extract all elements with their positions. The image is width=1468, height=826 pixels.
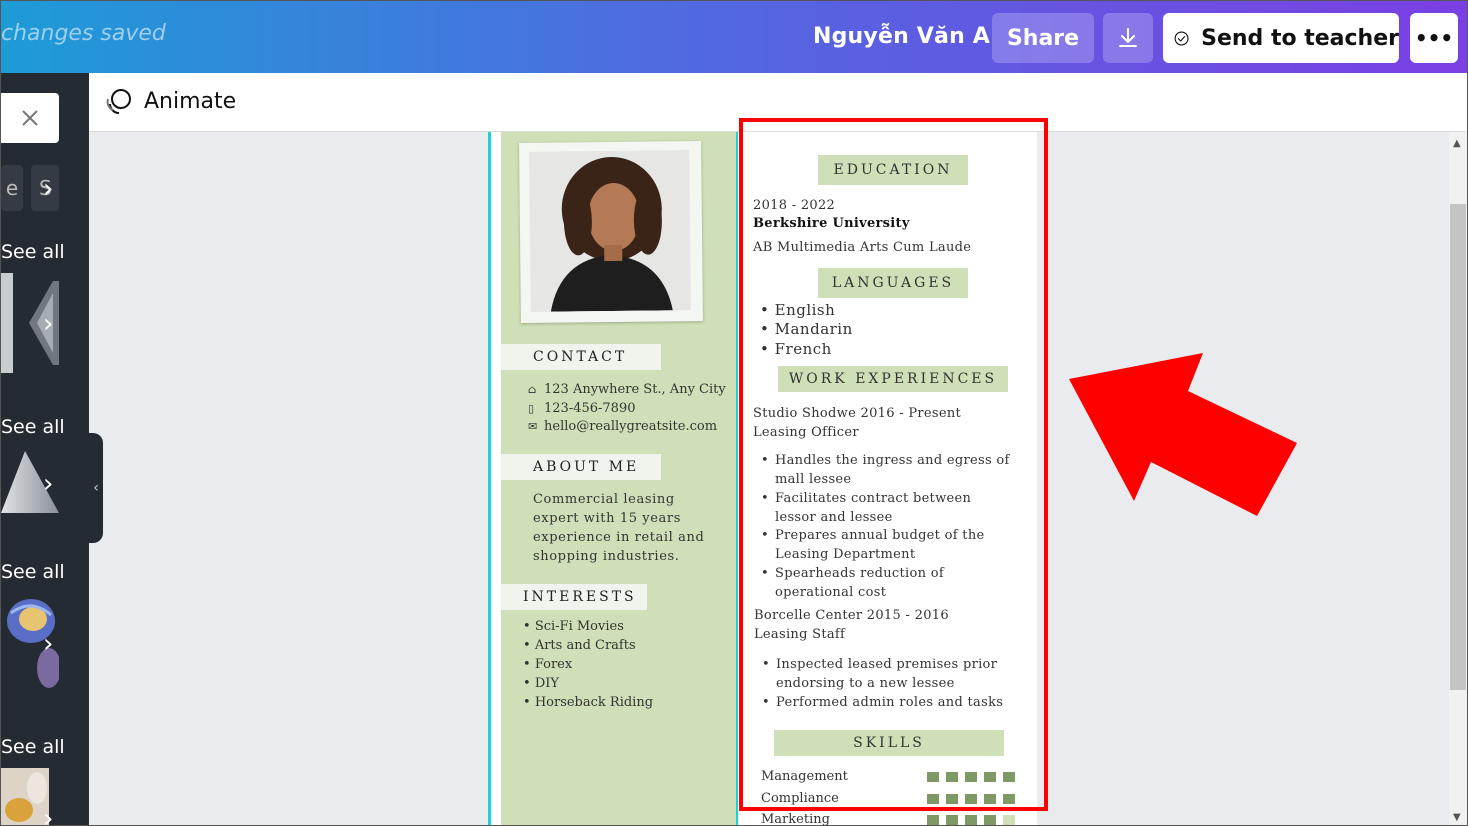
top-bar: changes saved Nguyễn Văn A Share Send to… <box>1 1 1467 73</box>
contact-heading[interactable]: CONTACT <box>501 344 661 370</box>
contact-phone[interactable]: ▯ 123-456-7890 <box>528 401 636 416</box>
close-button[interactable] <box>1 93 59 143</box>
contact-email[interactable]: ✉ hello@reallygreatsite.com <box>528 419 717 434</box>
chevron-right-icon[interactable]: › <box>43 311 53 337</box>
interest-item[interactable]: • DIY <box>523 676 559 691</box>
category-chip[interactable]: e <box>1 165 23 211</box>
user-name[interactable]: Nguyễn Văn A <box>813 24 990 49</box>
mail-icon: ✉ <box>528 420 538 433</box>
interest-item[interactable]: • Forex <box>523 657 572 672</box>
red-arrow-icon <box>1069 353 1297 516</box>
profile-photo-frame[interactable] <box>519 141 703 323</box>
skill-level-square <box>984 815 996 825</box>
vertical-scrollbar[interactable]: ▲ ▼ <box>1449 132 1467 825</box>
chevron-right-icon[interactable]: › <box>43 631 53 657</box>
close-icon <box>22 110 38 126</box>
download-button[interactable] <box>1103 13 1153 63</box>
contact-address[interactable]: ⌂ 123 Anywhere St., Any City <box>528 382 726 397</box>
see-all-link[interactable]: See all <box>1 241 65 263</box>
side-panel: e S › See all › See all › See all › See … <box>1 73 89 825</box>
scroll-down-icon[interactable]: ▼ <box>1453 812 1461 823</box>
interests-heading[interactable]: INTERESTS <box>501 584 647 610</box>
highlight-box <box>739 118 1048 811</box>
home-icon: ⌂ <box>528 383 537 396</box>
chevron-right-icon[interactable]: › <box>43 471 53 497</box>
skill-level-square <box>927 815 939 825</box>
animate-icon[interactable] <box>105 88 133 120</box>
save-status: changes saved <box>1 21 166 46</box>
download-icon <box>1119 28 1137 47</box>
skill-level-square <box>965 815 977 825</box>
send-to-teacher-label: Send to teacher <box>1201 25 1399 51</box>
see-all-link[interactable]: See all <box>1 416 65 438</box>
interest-item[interactable]: • Arts and Crafts <box>523 638 636 653</box>
selection-guide <box>736 132 738 825</box>
phone-icon: ▯ <box>528 402 535 415</box>
editor-window: changes saved Nguyễn Văn A Share Send to… <box>0 0 1468 826</box>
interest-item[interactable]: • Horseback Riding <box>523 695 653 710</box>
image-thumbnail[interactable] <box>1 768 49 825</box>
about-text[interactable]: Commercial leasing expert with 15 years … <box>533 490 723 566</box>
share-button[interactable]: Share <box>992 13 1094 63</box>
see-all-link[interactable]: See all <box>1 736 65 758</box>
about-heading[interactable]: ABOUT ME <box>501 454 661 480</box>
collapse-panel-button[interactable]: ‹ <box>89 433 103 543</box>
selection-guide <box>488 132 491 825</box>
chevron-right-icon[interactable]: › <box>43 806 53 825</box>
check-circle-icon <box>1174 31 1189 45</box>
skill-level-square <box>946 815 958 825</box>
skill-name: Marketing <box>761 812 830 826</box>
profile-photo[interactable] <box>529 150 691 312</box>
more-options-button[interactable]: ••• <box>1410 13 1458 63</box>
chevron-right-icon[interactable]: › <box>43 176 53 202</box>
animate-button[interactable]: Animate <box>144 89 236 114</box>
skill-level-square <box>1003 815 1015 825</box>
scrollbar-thumb[interactable] <box>1450 204 1466 690</box>
interest-item[interactable]: • Sci-Fi Movies <box>523 619 624 634</box>
send-to-teacher-button[interactable]: Send to teacher <box>1163 13 1399 63</box>
scroll-up-icon[interactable]: ▲ <box>1453 138 1461 149</box>
see-all-link[interactable]: See all <box>1 561 65 583</box>
